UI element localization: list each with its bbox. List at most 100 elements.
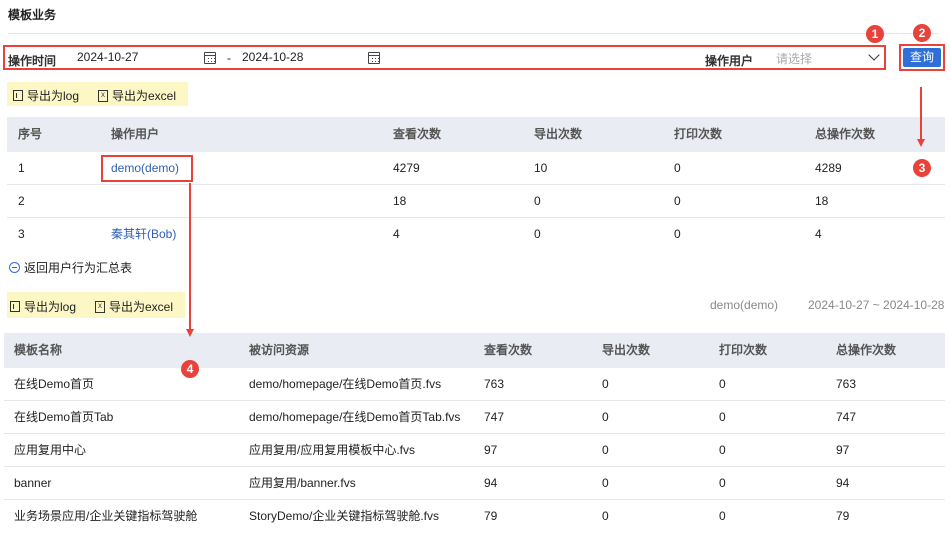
cell-template-name: 业务场景应用/企业关键指标驾驶舱	[14, 509, 198, 523]
arrow-2-to-3	[920, 87, 922, 139]
export-excel-button[interactable]: X 导出为excel	[95, 298, 173, 315]
cell-views: 747	[484, 410, 505, 424]
table-row: 3 秦其轩(Bob) 4 0 0 4	[7, 218, 945, 251]
th-resource: 被访问资源	[249, 343, 310, 357]
export-excel-button[interactable]: X 导出为excel	[98, 87, 176, 104]
cell-index: 3	[18, 227, 25, 241]
th-total: 总操作次数	[815, 127, 876, 141]
cell-prints: 0	[719, 509, 726, 523]
export-log-button[interactable]: 导出为log	[13, 87, 79, 104]
cell-views: 79	[484, 509, 498, 523]
th-template-name: 模板名称	[14, 343, 63, 357]
arrow-head-icon	[917, 139, 925, 147]
cell-resource: 应用复用/banner.fvs	[249, 476, 356, 490]
detail-export-bar: 导出为log X 导出为excel	[7, 292, 185, 318]
time-label: 操作时间	[8, 54, 57, 68]
log-file-icon	[10, 301, 20, 312]
detail-range: 2024-10-27 ~ 2024-10-28	[808, 298, 945, 312]
table2-header: 模板名称 被访问资源 查看次数 导出次数 打印次数 总操作次数	[4, 333, 945, 368]
th-prints: 打印次数	[719, 343, 768, 357]
query-button[interactable]: 查询	[903, 48, 941, 67]
cell-prints: 0	[674, 194, 681, 208]
title-divider	[8, 33, 938, 34]
cell-total: 763	[836, 377, 857, 391]
table-row: 业务场景应用/企业关键指标驾驶舱 StoryDemo/企业关键指标驾驶舱.fvs…	[4, 500, 945, 533]
cell-template-name: 在线Demo首页	[14, 377, 95, 391]
cell-total: 18	[815, 194, 829, 208]
calendar-start-icon[interactable]	[204, 52, 216, 64]
cell-template-name: 应用复用中心	[14, 443, 87, 457]
date-separator: -	[227, 51, 231, 65]
back-to-summary-link[interactable]: 返回用户行为汇总表	[9, 259, 132, 276]
calendar-end-icon[interactable]	[368, 52, 380, 64]
arrow-to-detail	[189, 183, 191, 329]
export-bar: 导出为log X 导出为excel	[7, 82, 188, 106]
cell-template-name: banner	[14, 476, 52, 490]
th-exports: 导出次数	[534, 127, 583, 141]
user-label: 操作用户	[705, 54, 754, 68]
th-index: 序号	[18, 127, 43, 141]
cell-index: 1	[18, 161, 25, 175]
cell-total: 94	[836, 476, 850, 490]
export-log-label: 导出为log	[24, 300, 77, 314]
table-row: 在线Demo首页Tab demo/homepage/在线Demo首页Tab.fv…	[4, 401, 945, 434]
cell-exports: 0	[602, 476, 609, 490]
export-excel-label: 导出为excel	[109, 300, 174, 314]
cell-exports: 10	[534, 161, 548, 175]
cell-views: 97	[484, 443, 498, 457]
export-excel-label: 导出为excel	[112, 89, 177, 103]
excel-file-icon: X	[98, 89, 108, 102]
excel-file-icon: X	[95, 300, 105, 313]
cell-prints: 0	[719, 476, 726, 490]
cell-views: 4279	[393, 161, 420, 175]
back-link-label: 返回用户行为汇总表	[24, 261, 133, 275]
cell-views: 763	[484, 377, 505, 391]
step-badge-4: 4	[181, 360, 199, 378]
cell-prints: 0	[719, 410, 726, 424]
minus-circle-icon	[9, 262, 20, 273]
export-log-button[interactable]: 导出为log	[10, 298, 76, 315]
cell-total: 747	[836, 410, 857, 424]
th-prints: 打印次数	[674, 127, 723, 141]
cell-total: 79	[836, 509, 850, 523]
cell-prints: 0	[674, 161, 681, 175]
table-row: banner 应用复用/banner.fvs 94 0 0 94	[4, 467, 945, 500]
cell-total: 4289	[815, 161, 842, 175]
cell-exports: 0	[602, 410, 609, 424]
table1-header: 序号 操作用户 查看次数 导出次数 打印次数 总操作次数	[7, 117, 945, 152]
user-link-bob[interactable]: 秦其轩(Bob)	[111, 218, 176, 251]
user-select[interactable]: 请选择	[776, 50, 812, 67]
cell-prints: 0	[719, 377, 726, 391]
cell-resource: demo/homepage/在线Demo首页Tab.fvs	[249, 410, 461, 424]
cell-views: 4	[393, 227, 400, 241]
arrow-head-icon	[186, 329, 194, 337]
cell-views: 94	[484, 476, 498, 490]
date-start-input[interactable]: 2024-10-27	[77, 50, 138, 64]
user-link-highlight	[101, 155, 193, 182]
table-row: 应用复用中心 应用复用/应用复用模板中心.fvs 97 0 0 97	[4, 434, 945, 467]
th-views: 查看次数	[393, 127, 442, 141]
cell-index: 2	[18, 194, 25, 208]
detail-user: demo(demo)	[710, 298, 779, 312]
cell-total: 4	[815, 227, 822, 241]
step-badge-3: 3	[913, 159, 931, 177]
table-row: 2 18 0 0 18	[7, 185, 945, 218]
cell-exports: 0	[602, 377, 609, 391]
cell-prints: 0	[719, 443, 726, 457]
cell-exports: 0	[534, 227, 541, 241]
cell-exports: 0	[602, 509, 609, 523]
th-views: 查看次数	[484, 343, 533, 357]
cell-views: 18	[393, 194, 407, 208]
log-file-icon	[13, 90, 23, 101]
cell-resource: 应用复用/应用复用模板中心.fvs	[249, 443, 416, 457]
cell-total: 97	[836, 443, 850, 457]
cell-resource: demo/homepage/在线Demo首页.fvs	[249, 377, 442, 391]
cell-template-name: 在线Demo首页Tab	[14, 410, 114, 424]
th-user: 操作用户	[111, 127, 160, 141]
step-badge-1: 1	[866, 25, 884, 43]
date-end-input[interactable]: 2024-10-28	[242, 50, 303, 64]
export-log-label: 导出为log	[27, 89, 80, 103]
cell-exports: 0	[534, 194, 541, 208]
th-total: 总操作次数	[836, 343, 897, 357]
table-row: 在线Demo首页 demo/homepage/在线Demo首页.fvs 763 …	[4, 368, 945, 401]
